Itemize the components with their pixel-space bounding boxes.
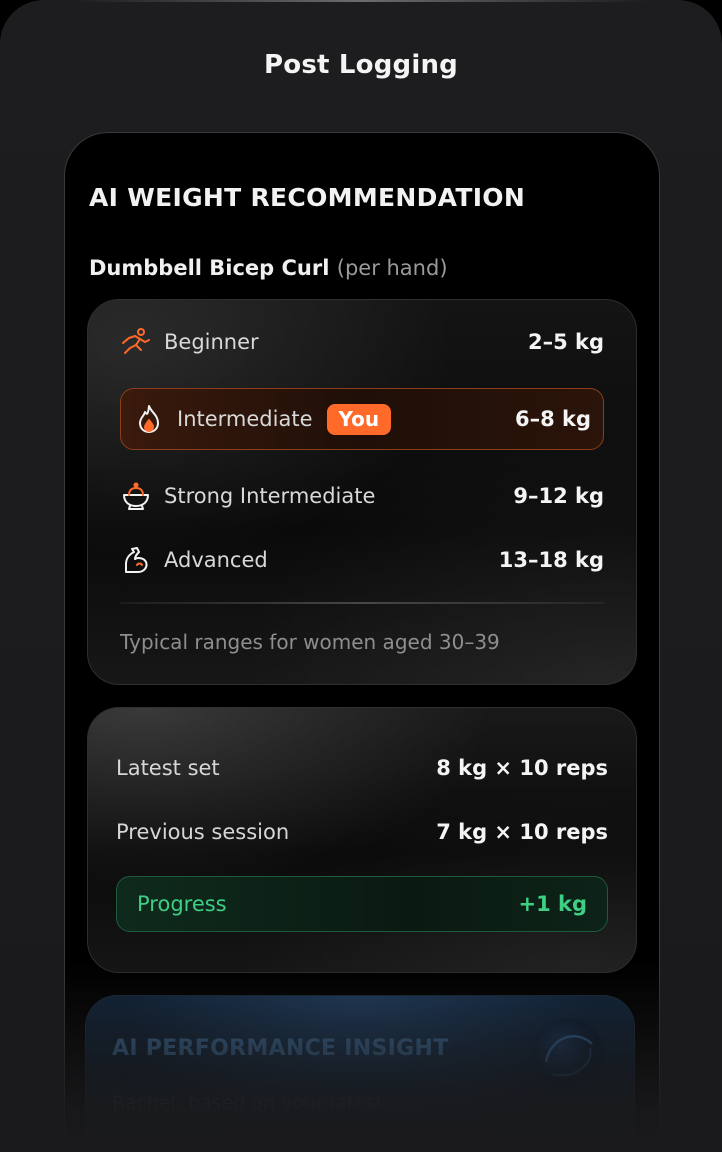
- current-level-badge: You: [326, 403, 392, 435]
- previous-session-label: Previous session: [116, 820, 290, 844]
- level-name: Advanced: [164, 548, 268, 572]
- level-row-intermediate: Intermediate You 6–8 kg: [120, 388, 604, 450]
- level-row-advanced: Advanced 13–18 kg: [120, 540, 604, 580]
- set-comparison-card: Latest set 8 kg × 10 reps Previous sessi…: [87, 707, 637, 973]
- exercise-qualifier: (per hand): [336, 256, 448, 280]
- recommendation-panel: AI WEIGHT RECOMMENDATION Dumbbell Bicep …: [64, 132, 660, 1152]
- level-range: 2–5 kg: [527, 330, 604, 354]
- latest-set-label: Latest set: [116, 756, 220, 780]
- ranges-note: Typical ranges for women aged 30–39: [120, 630, 500, 654]
- level-name: Intermediate: [177, 407, 313, 431]
- level-name: Beginner: [164, 330, 259, 354]
- divider: [120, 602, 604, 604]
- exercise-name: Dumbbell Bicep Curl: [89, 256, 330, 280]
- previous-session-value: 7 kg × 10 reps: [436, 820, 608, 844]
- ai-insight-card[interactable]: AI PERFORMANCE INSIGHT Rachel, based on …: [85, 995, 635, 1152]
- bowl-icon: [120, 480, 152, 512]
- level-name: Strong Intermediate: [164, 484, 376, 508]
- page-title: Post Logging: [264, 50, 458, 80]
- latest-set-value: 8 kg × 10 reps: [436, 756, 608, 780]
- exercise-title: Dumbbell Bicep Curl (per hand): [89, 256, 448, 280]
- insight-text: Rachel, based on your latest: [112, 1092, 384, 1114]
- insight-title: AI PERFORMANCE INSIGHT: [112, 1036, 449, 1061]
- recommendation-heading: AI WEIGHT RECOMMENDATION: [89, 183, 526, 212]
- running-person-icon: [120, 326, 152, 358]
- latest-set-row: Latest set 8 kg × 10 reps: [116, 748, 608, 788]
- previous-session-row: Previous session 7 kg × 10 reps: [116, 812, 608, 852]
- ai-orb-icon: [528, 1014, 608, 1094]
- app-screen: Post Logging AI WEIGHT RECOMMENDATION Du…: [0, 0, 722, 1152]
- progress-value: +1 kg: [518, 892, 587, 916]
- progress-row: Progress +1 kg: [116, 876, 608, 932]
- level-row-beginner: Beginner 2–5 kg: [120, 322, 604, 362]
- progress-label: Progress: [137, 892, 227, 916]
- level-range: 6–8 kg: [514, 407, 591, 431]
- flame-icon: [133, 403, 165, 435]
- level-range: 9–12 kg: [513, 484, 604, 508]
- flexed-arm-icon: [120, 544, 152, 576]
- level-range: 13–18 kg: [498, 548, 604, 572]
- level-row-strong-intermediate: Strong Intermediate 9–12 kg: [120, 476, 604, 516]
- levels-card: Beginner 2–5 kg Intermediate You 6–8 kg: [87, 299, 637, 685]
